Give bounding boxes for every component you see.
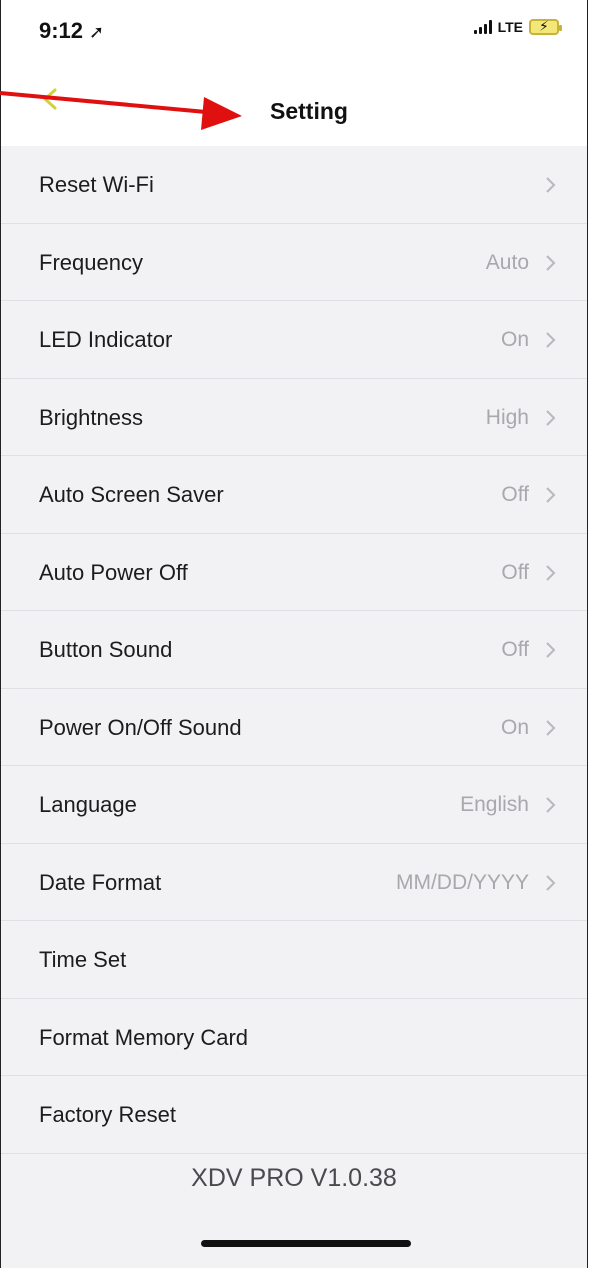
settings-row[interactable]: Factory Reset <box>1 1076 587 1154</box>
settings-row-value: Off <box>501 638 529 661</box>
chevron-right-icon <box>546 409 556 426</box>
settings-row-label: Button Sound <box>39 637 173 662</box>
settings-row-label: Auto Power Off <box>39 559 188 585</box>
settings-row-value: English <box>460 793 529 816</box>
settings-row-value: Off <box>501 483 529 506</box>
chevron-right-icon <box>546 332 556 348</box>
settings-row-value: Off <box>501 560 529 584</box>
chevron-right-icon <box>546 642 556 658</box>
settings-row-label: Format Memory Card <box>39 1024 249 1050</box>
settings-list: Reset Wi-Fi Frequency Auto LED Indicator On B… <box>1 146 587 1154</box>
settings-row[interactable]: Format Memory Card <box>1 998 587 1076</box>
settings-row[interactable]: Auto Screen Saver Off <box>1 456 587 534</box>
settings-row-value: High <box>485 405 529 429</box>
settings-row[interactable]: Power On/Off Sound On <box>1 688 587 766</box>
settings-row[interactable]: Auto Power Off Off <box>1 533 587 611</box>
settings-row[interactable]: Time Set <box>1 921 587 999</box>
settings-row-label: Date Format <box>39 869 162 895</box>
chevron-right-icon <box>546 487 556 503</box>
chevron-right-icon <box>546 797 556 813</box>
app-version: XDV PRO V1.0.38 <box>191 1164 397 1192</box>
settings-row-label: Language <box>39 792 137 817</box>
annotation-arrow <box>0 91 242 130</box>
settings-row-label: Time Set <box>39 947 127 972</box>
settings-row-label: Power On/Off Sound <box>39 714 242 740</box>
settings-row-value: Auto <box>485 250 529 274</box>
chevron-right-icon <box>546 719 556 736</box>
chevron-right-icon <box>546 254 556 271</box>
settings-row-value: On <box>500 328 529 351</box>
settings-row[interactable]: Brightness High <box>1 378 587 456</box>
settings-row[interactable]: LED Indicator On <box>1 301 587 379</box>
settings-row-label: Frequency <box>39 249 143 275</box>
settings-row[interactable]: Button Sound Off <box>1 611 587 689</box>
settings-row-label: Brightness <box>39 404 143 430</box>
settings-row[interactable]: Language English <box>1 766 587 844</box>
chevron-right-icon <box>546 564 556 581</box>
settings-row-label: Auto Screen Saver <box>39 482 224 507</box>
home-indicator[interactable] <box>201 1240 411 1247</box>
settings-row[interactable]: Frequency Auto <box>1 223 587 301</box>
settings-row-label: LED Indicator <box>39 327 173 352</box>
settings-row[interactable]: Date Format MM/DD/YYYY <box>1 843 587 921</box>
chevron-right-icon <box>546 874 556 891</box>
settings-row-label: Factory Reset <box>39 1102 176 1127</box>
settings-row-value: MM/DD/YYYY <box>395 870 529 894</box>
settings-row-value: On <box>500 715 529 739</box>
